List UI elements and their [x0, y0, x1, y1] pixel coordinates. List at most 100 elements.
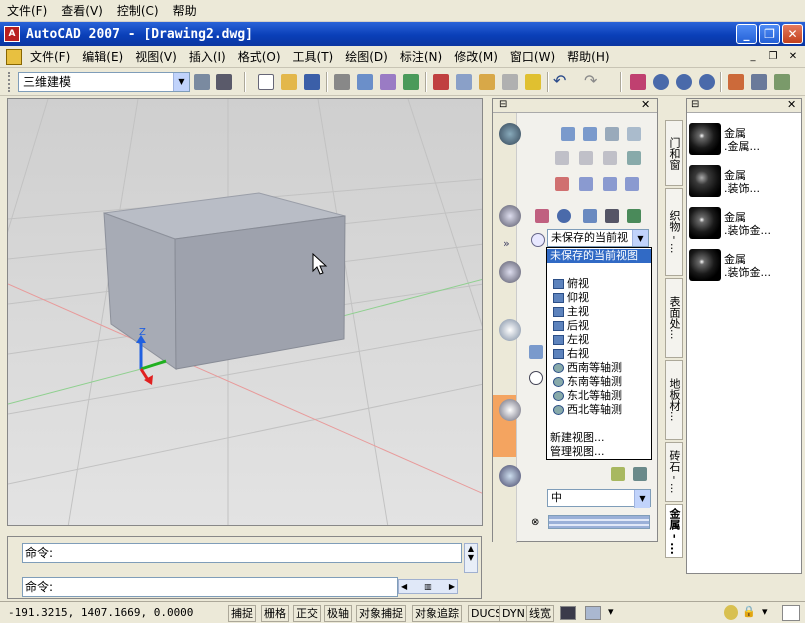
time-clock-icon[interactable] — [529, 371, 543, 385]
mdi-restore-icon[interactable]: ❐ — [765, 49, 781, 63]
dashboard-header[interactable]: ⊟ ✕ — [493, 98, 657, 113]
tab-fabric[interactable]: 织物 - ... — [665, 188, 683, 276]
material-item[interactable]: 金属 .装饰金... — [687, 205, 803, 245]
autocad-app-icon[interactable]: A — [4, 26, 20, 42]
box-front-face[interactable] — [174, 215, 346, 370]
command-hscrollbar[interactable]: ◀ ▥ ▶ — [398, 579, 458, 594]
sphere-tool-icon[interactable] — [555, 151, 569, 165]
workspace-select[interactable]: 三维建模 ▼ — [18, 72, 190, 92]
outer-menu-view[interactable]: 查看(V) — [54, 1, 110, 21]
walk-icon[interactable] — [627, 209, 641, 223]
model-space-icon[interactable] — [560, 606, 576, 620]
menu-file[interactable]: 文件(F) — [24, 47, 76, 67]
zoom-previous-icon[interactable] — [699, 74, 715, 90]
menu-view[interactable]: 视图(V) — [129, 47, 183, 67]
paste-icon[interactable] — [479, 74, 495, 90]
menu-insert[interactable]: 插入(I) — [183, 47, 232, 67]
menu-draw[interactable]: 绘图(D) — [339, 47, 394, 67]
wedge-tool-icon[interactable] — [583, 127, 597, 141]
view-select[interactable]: 未保存的当前视 ▼ — [547, 229, 649, 247]
minimize-button[interactable]: _ — [736, 24, 757, 44]
polar-toggle[interactable]: 极轴 — [324, 605, 352, 622]
dyn-toggle[interactable]: DYN — [499, 605, 528, 622]
command-scrollbar[interactable]: ▲ ▼ — [464, 543, 478, 573]
menu-format[interactable]: 格式(O) — [232, 47, 287, 67]
view-option-se-iso[interactable]: 东南等轴测 — [547, 375, 651, 389]
dashboard-autohide-icon[interactable]: ⊟ — [499, 99, 507, 110]
copy-icon[interactable] — [456, 74, 472, 90]
maximize-button[interactable]: ❐ — [759, 24, 780, 44]
snap-toggle[interactable]: 捕捉 — [228, 605, 256, 622]
presspull-tool-icon[interactable] — [627, 151, 641, 165]
communication-center-icon[interactable] — [724, 605, 738, 620]
palette-close-icon[interactable]: ✕ — [787, 98, 796, 111]
extrude-tool-icon[interactable] — [603, 151, 617, 165]
tab-surface-finishes[interactable]: 表面处... — [665, 278, 683, 358]
outer-menu-help[interactable]: 帮助 — [166, 1, 204, 21]
render-icon[interactable] — [611, 467, 625, 481]
visual-styles-control-icon[interactable] — [499, 261, 521, 283]
chevron-down-icon[interactable]: ▼ — [173, 73, 189, 91]
chevron-down-icon[interactable]: ▼ — [634, 490, 650, 508]
menu-edit[interactable]: 编辑(E) — [76, 47, 129, 67]
outer-menu-control[interactable]: 控制(C) — [110, 1, 166, 21]
subtract-tool-icon[interactable] — [603, 177, 617, 191]
materials-control-icon[interactable] — [499, 399, 521, 421]
design-center-icon[interactable] — [751, 74, 767, 90]
chevron-down-icon[interactable]: ▼ — [632, 230, 648, 246]
manage-views-option[interactable]: 管理视图... — [547, 445, 651, 459]
grid-toggle[interactable]: 栅格 — [261, 605, 289, 622]
save-workspace-icon[interactable] — [216, 74, 232, 90]
undo-icon[interactable]: ↶ — [553, 73, 569, 90]
menu-window[interactable]: 窗口(W) — [504, 47, 561, 67]
clean-screen-icon[interactable] — [782, 605, 800, 621]
new-view-option[interactable]: 新建视图... — [547, 431, 651, 445]
3d-pan-icon[interactable] — [535, 209, 549, 223]
match-properties-icon[interactable] — [502, 74, 518, 90]
plot-preview-icon[interactable] — [357, 74, 373, 90]
material-item[interactable]: 金属 .金属... — [687, 121, 803, 161]
remove-icon[interactable]: ⊗ — [531, 517, 539, 528]
toolbar-grip[interactable] — [8, 72, 12, 92]
zoom-realtime-icon[interactable] — [653, 74, 669, 90]
status-tray-menu-icon[interactable]: ▾ — [762, 605, 768, 618]
layout-icon[interactable] — [585, 606, 601, 620]
torus-tool-icon[interactable] — [579, 151, 593, 165]
expand-panel-icon[interactable]: » — [503, 237, 510, 250]
dashboard-close-icon[interactable]: ✕ — [641, 98, 650, 111]
pan-icon[interactable] — [630, 74, 646, 90]
lineweight-toggle[interactable]: 线宽 — [526, 605, 554, 622]
mdi-close-icon[interactable]: ✕ — [785, 49, 801, 63]
union-tool-icon[interactable] — [579, 177, 593, 191]
mdi-minimize-icon[interactable]: _ — [745, 49, 761, 63]
drawing-viewport[interactable]: Z — [7, 98, 483, 526]
view-option-ne-iso[interactable]: 东北等轴测 — [547, 389, 651, 403]
menu-modify[interactable]: 修改(M) — [448, 47, 504, 67]
cut-icon[interactable] — [433, 74, 449, 90]
view-option-back[interactable]: 后视 — [547, 319, 651, 333]
publish-icon[interactable] — [380, 74, 396, 90]
tab-flooring[interactable]: 地板材... — [665, 360, 683, 440]
status-menu-icon[interactable]: ▾ — [608, 605, 614, 618]
3d-orbit-icon[interactable] — [583, 209, 597, 223]
command-input[interactable]: 命令: — [22, 577, 398, 597]
view-option-sw-iso[interactable]: 西南等轴测 — [547, 361, 651, 375]
osnap-toggle[interactable]: 对象捕捉 — [356, 605, 406, 622]
zoom-window-icon[interactable] — [676, 74, 692, 90]
3d-dwf-icon[interactable] — [403, 74, 419, 90]
open-icon[interactable] — [281, 74, 297, 90]
palette-autohide-icon[interactable]: ⊟ — [691, 99, 699, 110]
close-button[interactable]: ✕ — [782, 24, 803, 44]
ortho-toggle[interactable]: 正交 — [293, 605, 321, 622]
tool-palettes-icon[interactable] — [774, 74, 790, 90]
3d-zoom-icon[interactable] — [557, 209, 571, 223]
slice-tool-icon[interactable] — [555, 177, 569, 191]
material-item[interactable]: 金属 .装饰金... — [687, 247, 803, 287]
tab-masonry[interactable]: 砖石 - ... — [665, 442, 683, 502]
render-control-icon[interactable] — [499, 465, 521, 487]
lock-icon[interactable]: 🔒 — [742, 605, 756, 618]
pyramid-tool-icon[interactable] — [627, 127, 641, 141]
view-option-front[interactable]: 主视 — [547, 305, 651, 319]
view-option-top[interactable]: 俯视 — [547, 277, 651, 291]
plot-icon[interactable] — [334, 74, 350, 90]
